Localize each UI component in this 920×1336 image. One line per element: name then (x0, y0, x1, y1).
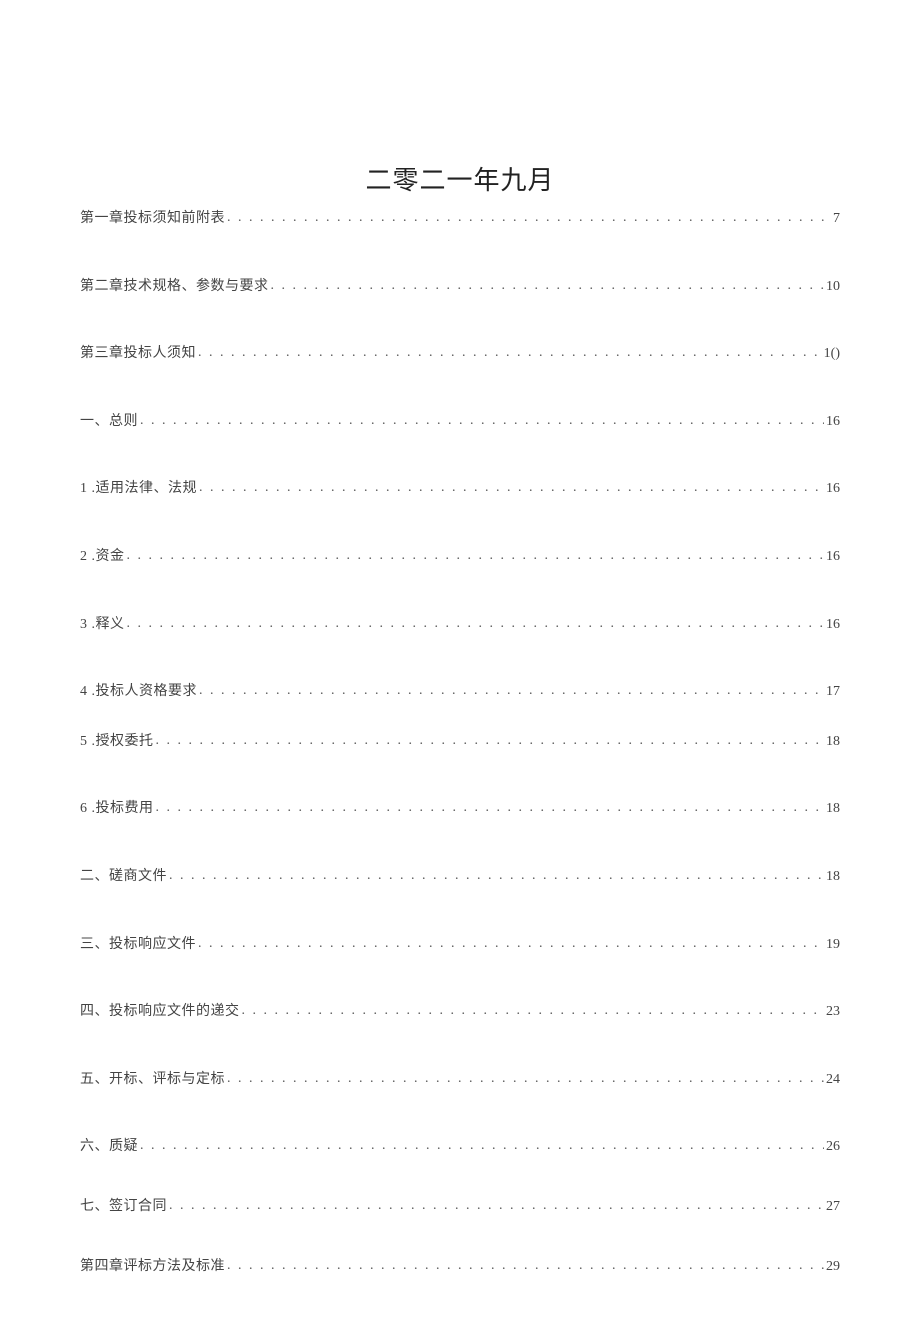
toc-leader-dots (169, 1197, 824, 1216)
toc-label: 三、投标响应文件 (80, 935, 196, 955)
toc-page-number: 10 (826, 277, 840, 297)
toc-label: 第一章投标须知前附表 (80, 209, 225, 229)
toc-label: 2 .资金 (80, 547, 125, 567)
toc-leader-dots (140, 1137, 824, 1156)
toc-leader-dots (156, 799, 825, 818)
toc-entry: 二、磋商文件 18 (80, 867, 840, 887)
toc-entry: 第一章投标须知前附表 7 (80, 209, 840, 229)
table-of-contents: 第一章投标须知前附表 7 第二章技术规格、参数与要求 10 第三章投标人须知 1() 一、… (80, 209, 840, 1276)
toc-entry: 三、投标响应文件 19 (80, 935, 840, 955)
toc-page-number: 16 (826, 412, 840, 432)
toc-page-number: 18 (826, 867, 840, 887)
toc-leader-dots (199, 479, 824, 498)
toc-entry: 一、总则 16 (80, 412, 840, 432)
toc-leader-dots (227, 1257, 824, 1276)
toc-entry: 1 .适用法律、法规 16 (80, 479, 840, 499)
toc-label: 一、总则 (80, 412, 138, 432)
toc-label: 五、开标、评标与定标 (80, 1070, 225, 1090)
toc-entry: 6 .投标费用 18 (80, 799, 840, 819)
toc-label: 1 .适用法律、法规 (80, 479, 197, 499)
toc-leader-dots (127, 615, 825, 634)
toc-leader-dots (140, 412, 824, 431)
toc-entry: 4 .投标人资格要求 17 (80, 682, 840, 702)
toc-leader-dots (127, 547, 825, 566)
toc-label: 第三章投标人须知 (80, 344, 196, 364)
toc-entry: 第二章技术规格、参数与要求 10 (80, 277, 840, 297)
page-title: 二零二一年九月 (80, 160, 840, 197)
toc-page-number: 16 (826, 547, 840, 567)
toc-page-number: 1() (824, 344, 840, 364)
toc-page-number: 7 (833, 209, 840, 229)
toc-label: 6 .投标费用 (80, 799, 154, 819)
toc-entry: 5 .授权委托 18 (80, 732, 840, 752)
toc-entry: 四、投标响应文件的递交 23 (80, 1002, 840, 1022)
toc-page-number: 19 (826, 935, 840, 955)
toc-page-number: 26 (826, 1137, 840, 1157)
toc-label: 六、质疑 (80, 1137, 138, 1157)
toc-label: 第四章评标方法及标准 (80, 1257, 225, 1277)
toc-page-number: 24 (826, 1070, 840, 1090)
toc-page-number: 18 (826, 732, 840, 752)
toc-entry: 七、签订合同 27 (80, 1197, 840, 1217)
toc-leader-dots (169, 867, 824, 886)
toc-entry: 第四章评标方法及标准 29 (80, 1257, 840, 1277)
toc-leader-dots (227, 209, 831, 228)
toc-leader-dots (227, 1070, 824, 1089)
toc-entry: 五、开标、评标与定标 24 (80, 1070, 840, 1090)
toc-leader-dots (271, 277, 825, 296)
toc-leader-dots (198, 344, 822, 363)
toc-label: 4 .投标人资格要求 (80, 682, 197, 702)
toc-page-number: 18 (826, 799, 840, 819)
toc-label: 第二章技术规格、参数与要求 (80, 277, 269, 297)
toc-leader-dots (156, 732, 825, 751)
toc-label: 七、签订合同 (80, 1197, 167, 1217)
toc-label: 5 .授权委托 (80, 732, 154, 752)
toc-page-number: 16 (826, 615, 840, 635)
toc-entry: 2 .资金 16 (80, 547, 840, 567)
toc-page-number: 29 (826, 1257, 840, 1277)
toc-entry: 3 .释义 16 (80, 615, 840, 635)
toc-label: 3 .释义 (80, 615, 125, 635)
toc-page-number: 23 (826, 1002, 840, 1022)
document-page: 二零二一年九月 第一章投标须知前附表 7 第二章技术规格、参数与要求 10 第三章投标人… (0, 0, 920, 1336)
toc-entry: 六、质疑 26 (80, 1137, 840, 1157)
toc-page-number: 17 (826, 682, 840, 702)
toc-label: 二、磋商文件 (80, 867, 167, 887)
toc-leader-dots (198, 935, 824, 954)
toc-leader-dots (242, 1002, 825, 1021)
toc-label: 四、投标响应文件的递交 (80, 1002, 240, 1022)
toc-page-number: 16 (826, 479, 840, 499)
toc-entry: 第三章投标人须知 1() (80, 344, 840, 364)
toc-leader-dots (199, 682, 824, 701)
toc-page-number: 27 (826, 1197, 840, 1217)
